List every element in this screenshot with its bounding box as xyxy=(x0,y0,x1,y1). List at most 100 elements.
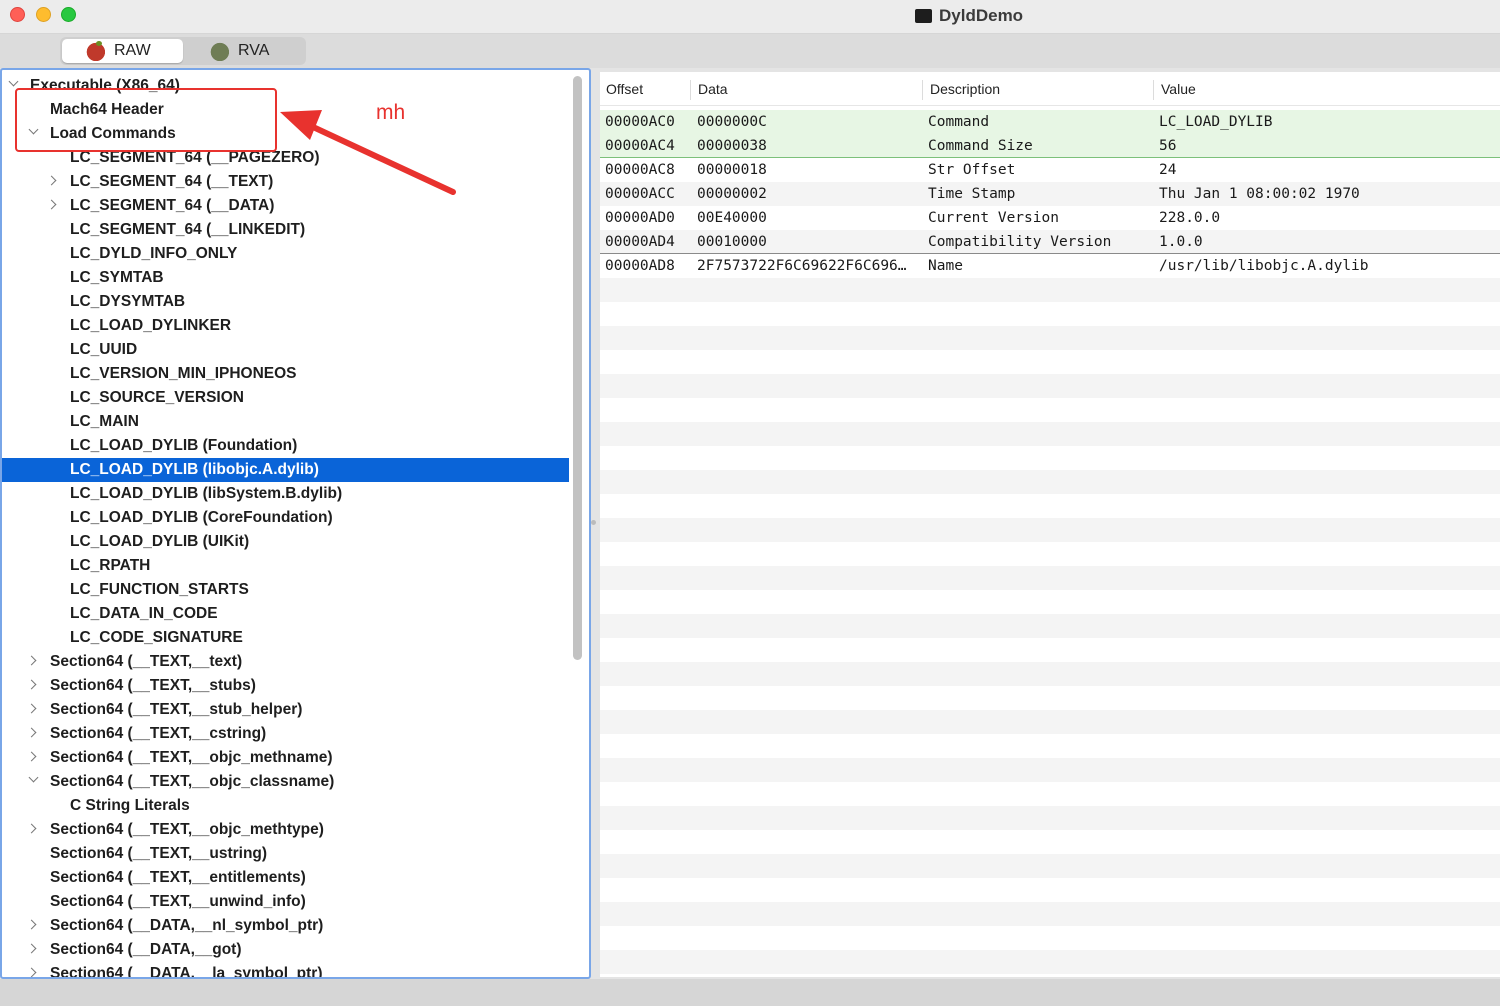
table-row[interactable]: 00000ACC 00000002 Time Stamp Thu Jan 1 08:0… xyxy=(600,182,1500,206)
empty-row xyxy=(600,278,1500,302)
empty-row xyxy=(600,734,1500,758)
tree-row[interactable]: LC_LOAD_DYLIB (UIKit) xyxy=(2,530,569,554)
tree-row-label: Section64 (__TEXT,__cstring) xyxy=(50,725,267,742)
tree-row-label: LC_SEGMENT_64 (__LINKEDIT) xyxy=(70,221,306,238)
tree-row-label: Section64 (__TEXT,__stub_helper) xyxy=(50,701,303,718)
mode-segmented-control: RAW RVA xyxy=(60,37,306,65)
tree-row[interactable]: LC_MAIN xyxy=(2,410,569,434)
chevron-right-icon[interactable] xyxy=(27,942,41,956)
tree-row[interactable]: Section64 (__TEXT,__ustring) xyxy=(2,842,569,866)
cell-value: 24 xyxy=(1159,162,1177,178)
tree-row[interactable]: Section64 (__DATA,__nl_symbol_ptr) xyxy=(2,914,569,938)
tree-row[interactable]: Section64 (__DATA,__got) xyxy=(2,938,569,962)
table-row[interactable]: 00000AD4 00010000 Compatibility Version 1.0… xyxy=(600,230,1500,254)
tree-row[interactable]: LC_DYSYMTAB xyxy=(2,290,569,314)
empty-row xyxy=(600,638,1500,662)
column-header-offset[interactable]: Offset xyxy=(606,81,643,97)
tree-row[interactable]: LC_LOAD_DYLIB (libobjc.A.dylib) xyxy=(2,458,569,482)
annotation-box xyxy=(15,88,277,152)
cell-data: 00000002 xyxy=(697,186,767,202)
chevron-right-icon[interactable] xyxy=(27,654,41,668)
column-divider[interactable] xyxy=(690,80,691,100)
tree-row[interactable]: LC_VERSION_MIN_IPHONEOS xyxy=(2,362,569,386)
chevron-right-icon[interactable] xyxy=(27,750,41,764)
split-view-divider[interactable] xyxy=(591,520,596,525)
tree-row[interactable]: Section64 (__TEXT,__cstring) xyxy=(2,722,569,746)
tree-row-label: LC_SEGMENT_64 (__DATA) xyxy=(70,197,275,214)
tree-row[interactable]: LC_LOAD_DYLIB (Foundation) xyxy=(2,434,569,458)
minimize-button[interactable] xyxy=(36,7,51,22)
empty-row xyxy=(600,566,1500,590)
toolbar: RAW RVA xyxy=(0,34,1500,68)
zoom-button[interactable] xyxy=(61,7,76,22)
tree-row[interactable]: LC_LOAD_DYLIB (CoreFoundation) xyxy=(2,506,569,530)
tree-row[interactable]: LC_UUID xyxy=(2,338,569,362)
chevron-right-icon[interactable] xyxy=(47,174,61,188)
tree-row[interactable]: LC_LOAD_DYLIB (libSystem.B.dylib) xyxy=(2,482,569,506)
rva-mode-label: RVA xyxy=(238,42,270,59)
tree-row[interactable]: LC_SYMTAB xyxy=(2,266,569,290)
tree-row[interactable]: Section64 (__TEXT,__stubs) xyxy=(2,674,569,698)
cell-offset: 00000AD4 xyxy=(605,234,675,250)
tree-row[interactable]: Section64 (__TEXT,__entitlements) xyxy=(2,866,569,890)
chevron-right-icon[interactable] xyxy=(27,702,41,716)
chevron-down-icon[interactable] xyxy=(27,774,41,788)
cell-data: 0000000C xyxy=(697,114,767,130)
tree-row[interactable]: LC_LOAD_DYLINKER xyxy=(2,314,569,338)
tree-row-label: LC_DYSYMTAB xyxy=(70,293,186,310)
column-header-description[interactable]: Description xyxy=(930,81,1000,97)
empty-row xyxy=(600,854,1500,878)
chevron-right-icon[interactable] xyxy=(27,966,41,977)
tree-row[interactable]: Section64 (__TEXT,__objc_classname) xyxy=(2,770,569,794)
chevron-right-icon[interactable] xyxy=(27,918,41,932)
cell-offset: 00000AD0 xyxy=(605,210,675,226)
apple-icon xyxy=(86,41,108,61)
tree-row-label: LC_LOAD_DYLIB (UIKit) xyxy=(70,533,250,550)
bug-icon xyxy=(210,41,232,61)
tree-row[interactable]: Section64 (__TEXT,__objc_methname) xyxy=(2,746,569,770)
table-row[interactable]: 00000AC4 00000038 Command Size 56 xyxy=(600,134,1500,158)
chevron-right-icon[interactable] xyxy=(47,198,61,212)
tree-row[interactable]: Section64 (__TEXT,__unwind_info) xyxy=(2,890,569,914)
tree-row[interactable]: LC_DATA_IN_CODE xyxy=(2,602,569,626)
table-row[interactable]: 00000AD8 2F7573722F6C69622F6C696… Name/usr… xyxy=(600,254,1500,278)
column-header-data[interactable]: Data xyxy=(698,81,728,97)
column-divider[interactable] xyxy=(922,80,923,100)
cell-description: Time Stamp xyxy=(928,186,1016,202)
cell-offset: 00000AC8 xyxy=(605,162,675,178)
empty-row xyxy=(600,878,1500,902)
empty-row xyxy=(600,830,1500,854)
chevron-right-icon[interactable] xyxy=(27,726,41,740)
terminal-icon xyxy=(915,9,932,23)
table-row[interactable]: 00000AC0 0000000C Command LC_LOAD_DYLIB xyxy=(600,110,1500,134)
tree-row[interactable]: LC_SEGMENT_64 (__LINKEDIT) xyxy=(2,218,569,242)
tree-row[interactable]: Section64 (__TEXT,__text) xyxy=(2,650,569,674)
empty-row xyxy=(600,542,1500,566)
empty-row xyxy=(600,662,1500,686)
tree-row[interactable]: LC_CODE_SIGNATURE xyxy=(2,626,569,650)
tree-row[interactable]: Section64 (__TEXT,__objc_methtype) xyxy=(2,818,569,842)
cell-offset: 00000AD8 xyxy=(605,258,675,274)
cell-data: 00E40000 xyxy=(697,210,767,226)
table-row[interactable]: 00000AC8 00000018 Str Offset 24 xyxy=(600,158,1500,182)
annotation-arrow xyxy=(280,110,456,195)
tree-row[interactable]: LC_DYLD_INFO_ONLY xyxy=(2,242,569,266)
cell-value: 1.0.0 xyxy=(1159,234,1203,250)
tree-row[interactable]: C String Literals xyxy=(2,794,569,818)
tree-row[interactable]: Section64 (__TEXT,__stub_helper) xyxy=(2,698,569,722)
tree-row[interactable]: Section64 (__DATA,__la_symbol_ptr) xyxy=(2,962,569,977)
tree-row[interactable]: LC_FUNCTION_STARTS xyxy=(2,578,569,602)
column-divider[interactable] xyxy=(1153,80,1154,100)
outline-scrollbar[interactable] xyxy=(573,76,582,660)
table-row[interactable]: 00000AD0 00E40000 Current Version 228.0.0 xyxy=(600,206,1500,230)
tree-row-label: Section64 (__DATA,__nl_symbol_ptr) xyxy=(50,917,324,934)
chevron-right-icon[interactable] xyxy=(27,822,41,836)
tree-row[interactable]: LC_RPATH xyxy=(2,554,569,578)
raw-mode-button[interactable]: RAW xyxy=(62,39,183,63)
rva-mode-button[interactable]: RVA xyxy=(210,39,300,63)
chevron-right-icon[interactable] xyxy=(27,678,41,692)
close-button[interactable] xyxy=(10,7,25,22)
tree-row[interactable]: LC_SOURCE_VERSION xyxy=(2,386,569,410)
empty-row xyxy=(600,974,1500,977)
column-header-value[interactable]: Value xyxy=(1161,81,1196,97)
